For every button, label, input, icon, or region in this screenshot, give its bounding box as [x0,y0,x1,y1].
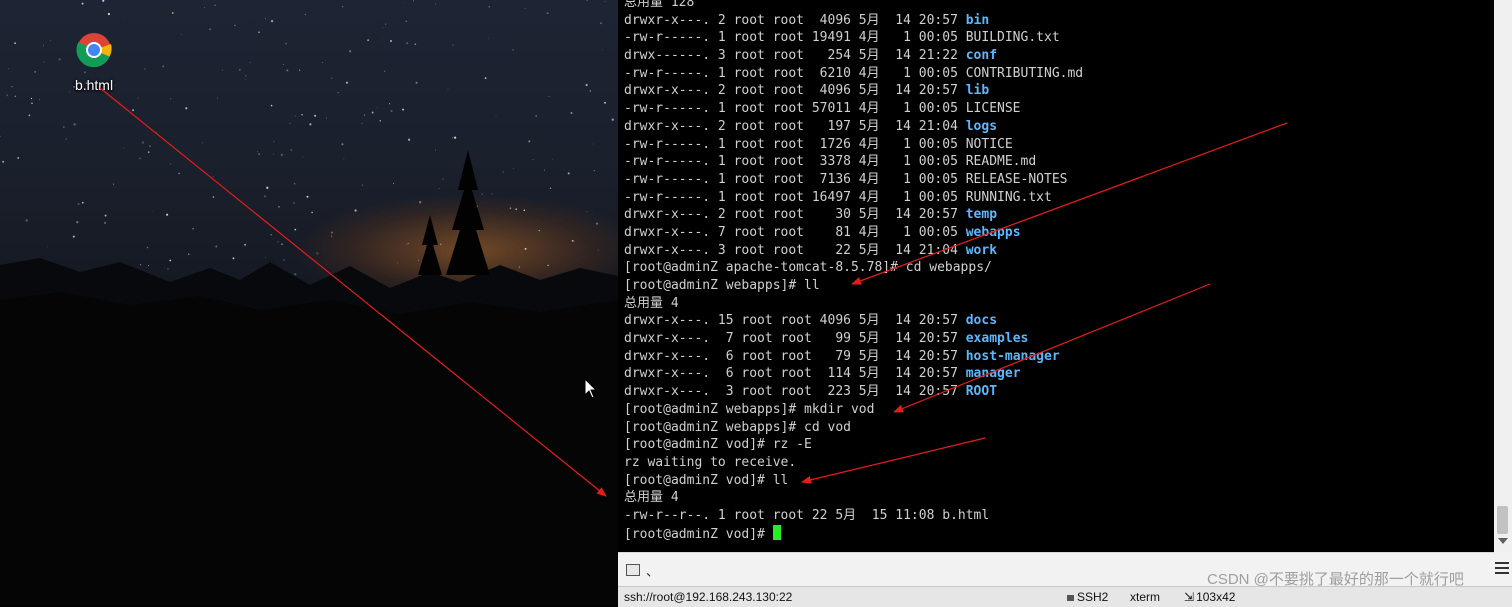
terminal-line: drwxr-x---. 7 root root 99 5月 14 20:57 e… [624,330,1083,348]
terminal-line: drwx------. 3 root root 254 5月 14 21:22 … [624,47,1083,65]
terminal-line: drwxr-x---. 2 root root 30 5月 14 20:57 t… [624,206,1083,224]
terminal-text: drwx------. 3 root root 254 5月 14 21:22 [624,48,966,64]
terminal-line: drwxr-x---. 7 root root 81 4月 1 00:05 we… [624,224,1083,242]
status-bar: ssh://root@192.168.243.130:22 SSH2 xterm… [618,586,1512,607]
terminal-text: 总用量 4 [624,490,679,506]
terminal-text: [root@adminZ webapps]# mkdir vod [624,401,875,417]
terminal-line: rz waiting to receive. [624,454,1083,472]
lock-icon [1067,595,1074,601]
directory-name: lib [965,83,990,99]
directory-name: manager [965,366,1021,382]
terminal-line: drwxr-x---. 6 root root 79 5月 14 20:57 h… [624,348,1083,366]
terminal-text: drwxr-x---. 7 root root 81 4月 1 00:05 [624,224,966,240]
terminal-text: 总用量 128 [624,0,695,10]
terminal-lines: 总用量 128 drwxr-x---. 2 root root 4096 5月 1… [624,0,1083,542]
terminal-line: drwxr-x---. 15 root root 4096 5月 14 20:5… [624,312,1083,330]
resize-icon: ⇲ [1184,590,1195,604]
scroll-down-arrow-icon[interactable] [1498,538,1508,544]
connection-address: ssh://root@192.168.243.130:22 [624,590,793,604]
terminal-type: xterm [1130,590,1160,604]
terminal-text: -rw-r-----. 1 root root 1726 4月 1 00:05 … [624,136,1013,152]
terminal-line: -rw-r-----. 1 root root 57011 4月 1 00:05… [624,100,1083,118]
directory-name: ROOT [965,384,998,400]
terminal-text: [root@adminZ vod]# [624,526,773,542]
watermark-text: CSDN @不要挑了最好的那一个就行吧 [1207,571,1464,588]
desktop-file-icon[interactable]: b.html [64,32,124,93]
terminal-line: -rw-r-----. 1 root root 7136 4月 1 00:05 … [624,171,1083,189]
terminal-line: [root@adminZ webapps]# ll [624,277,1083,295]
terminal-line: drwxr-x---. 2 root root 4096 5月 14 20:57… [624,82,1083,100]
terminal-text: [root@adminZ vod]# rz -E [624,437,812,453]
terminal-line: -rw-r-----. 1 root root 19491 4月 1 00:05… [624,29,1083,47]
scrollbar-thumb[interactable] [1497,506,1508,534]
terminal-text: drwxr-x---. 3 root root 223 5月 14 20:57 [624,384,966,400]
protocol-status: SSH2 [1067,587,1108,607]
terminal-text: drwxr-x---. 2 root root 4096 5月 14 20:57 [624,12,966,28]
terminal-text: drwxr-x---. 6 root root 79 5月 14 20:57 [624,348,966,364]
terminal-line: -rw-r-----. 1 root root 16497 4月 1 00:05… [624,189,1083,207]
directory-name: bin [965,12,990,28]
terminal-size-label: 103x42 [1196,590,1236,604]
terminal-line: drwxr-x---. 3 root root 223 5月 14 20:57 … [624,383,1083,401]
terminal-line: 总用量 128 [624,0,1083,12]
terminal-line: [root@adminZ webapps]# cd vod [624,419,1083,437]
protocol-label: SSH2 [1077,590,1109,604]
terminal-line: [root@adminZ apache-tomcat-8.5.78]# cd w… [624,259,1083,277]
terminal-text: drwxr-x---. 7 root root 99 5月 14 20:57 [624,331,966,347]
desktop-wallpaper: b.html [0,0,618,606]
compose-icon[interactable] [626,564,640,576]
terminal-line: -rw-r-----. 1 root root 3378 4月 1 00:05 … [624,153,1083,171]
terminal-text: 总用量 4 [624,295,679,311]
terminal-output[interactable]: 总用量 128 drwxr-x---. 2 root root 4096 5月 1… [618,0,1494,552]
terminal-cursor [772,524,781,540]
directory-name: temp [965,207,998,223]
hamburger-icon [1495,562,1509,577]
directory-name: work [965,242,998,258]
terminal-text: -rw-r-----. 1 root root 3378 4月 1 00:05 … [624,154,1037,170]
terminal-line: [root@adminZ vod]# rz -E [624,436,1083,454]
terminal-line: drwxr-x---. 3 root root 22 5月 14 21:04 w… [624,242,1083,260]
terminal-line: 总用量 4 [624,295,1083,313]
terminal-text: -rw-r--r--. 1 root root 22 5月 15 11:08 b… [624,507,990,523]
terminal-line: [root@adminZ webapps]# mkdir vod [624,401,1083,419]
terminal-scrollbar[interactable] [1494,0,1512,552]
terminal-line: 总用量 4 [624,489,1083,507]
directory-name: webapps [965,224,1021,240]
terminal-text: [root@adminZ webapps]# ll [624,278,820,293]
terminal-line: -rw-r-----. 1 root root 1726 4月 1 00:05 … [624,136,1083,154]
directory-name: examples [965,331,1029,347]
terminal-line: drwxr-x---. 2 root root 4096 5月 14 20:57… [624,12,1083,30]
terminal-line: drwxr-x---. 6 root root 114 5月 14 20:57 … [624,365,1083,383]
terminal-text: drwxr-x---. 2 root root 30 5月 14 20:57 [624,207,966,223]
terminal-text: drwxr-x---. 15 root root 4096 5月 14 20:5… [624,313,966,329]
terminal-text: drwxr-x---. 6 root root 114 5月 14 20:57 [624,366,966,382]
terminal-text: rz waiting to receive. [624,454,797,470]
terminal-text: [root@adminZ webapps]# cd vod [624,419,851,435]
terminal-text: -rw-r-----. 1 root root 7136 4月 1 00:05 … [624,171,1068,187]
compose-input[interactable]: 、 [646,561,659,580]
terminal-text: -rw-r-----. 1 root root 19491 4月 1 00:05… [624,30,1060,46]
terminal-text: -rw-r-----. 1 root root 6210 4月 1 00:05 … [624,65,1084,81]
terminal-line: [root@adminZ vod]# [624,524,1083,543]
terminal-size: ⇲ 103x42 [1184,587,1235,607]
terminal-text: drwxr-x---. 2 root root 4096 5月 14 20:57 [624,83,966,99]
terminal-text: -rw-r-----. 1 root root 57011 4月 1 00:05… [624,101,1021,117]
directory-name: conf [965,48,998,64]
mouse-cursor-icon [584,378,598,399]
terminal-line: [root@adminZ vod]# ll [624,472,1083,490]
directory-name: host-manager [965,348,1060,364]
chrome-icon [76,33,112,68]
terminal-line: -rw-r--r--. 1 root root 22 5月 15 11:08 b… [624,507,1083,525]
directory-name: logs [965,118,998,134]
desktop-icon-label: b.html [74,77,114,93]
terminal-text: drwxr-x---. 2 root root 197 5月 14 21:04 [624,118,966,134]
directory-name: docs [965,313,998,329]
terminal-line: drwxr-x---. 2 root root 197 5月 14 21:04 … [624,118,1083,136]
terminal-text: [root@adminZ vod]# ll [624,472,789,488]
terminal-text: [root@adminZ apache-tomcat-8.5.78]# cd w… [624,260,992,276]
terminal-text: -rw-r-----. 1 root root 16497 4月 1 00:05… [624,189,1052,205]
terminal-text: drwxr-x---. 3 root root 22 5月 14 21:04 [624,242,966,258]
menu-button[interactable] [1494,552,1512,586]
terminal-line: -rw-r-----. 1 root root 6210 4月 1 00:05 … [624,65,1083,83]
